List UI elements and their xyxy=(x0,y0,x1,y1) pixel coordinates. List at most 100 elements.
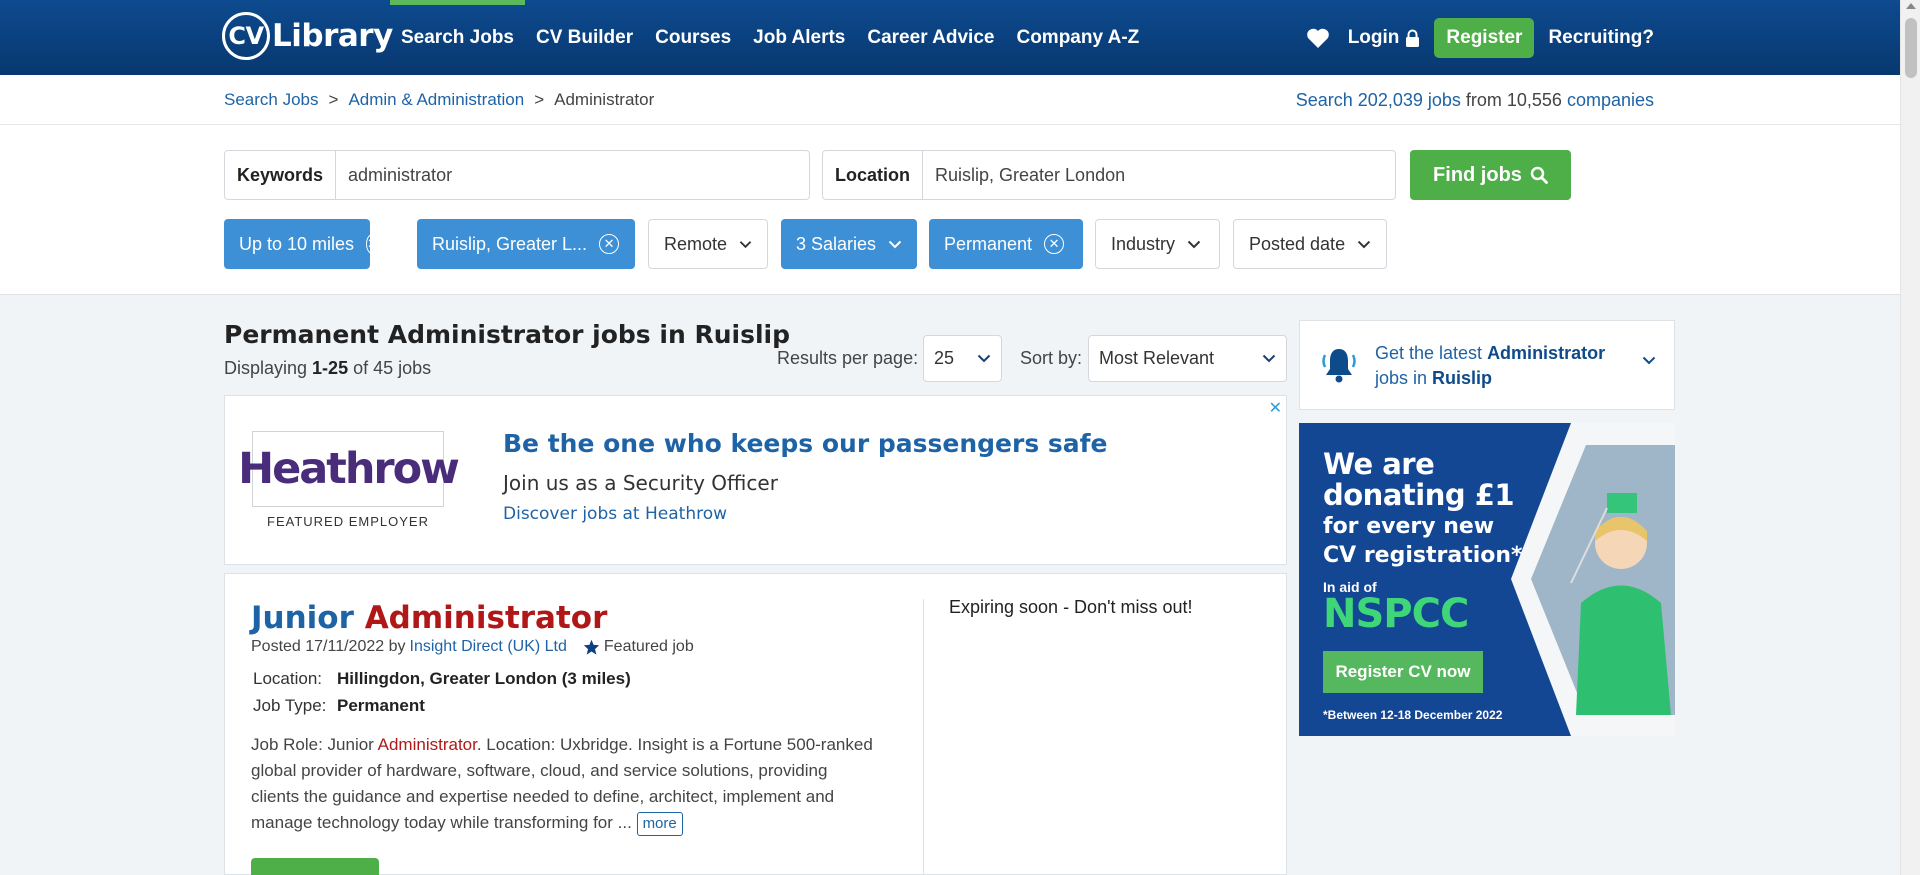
job-count-summary: Search 202,039 jobs from 10,556 companie… xyxy=(1296,90,1654,111)
filter-posted-date[interactable]: Posted date xyxy=(1233,219,1387,269)
nspcc-logo: NSPCC xyxy=(1323,591,1469,637)
search-icon xyxy=(1530,166,1548,184)
nav-company-a-z[interactable]: Company A-Z xyxy=(1005,0,1150,75)
nav-cv-builder[interactable]: CV Builder xyxy=(525,0,644,75)
location-key: Location: xyxy=(253,669,322,688)
results-per-page-select[interactable]: 25 xyxy=(923,335,1002,382)
breadcrumb-separator: > xyxy=(534,90,545,109)
featured-employer-banner[interactable]: Heathrow FEATURED EMPLOYER Be the one wh… xyxy=(224,395,1287,565)
featured-subline: Join us as a Security Officer xyxy=(503,471,778,495)
filter-job-type[interactable]: Permanent ✕ xyxy=(929,219,1083,269)
desc-text: Job Role: Junior xyxy=(251,735,378,754)
filter-label: 3 Salaries xyxy=(796,233,877,254)
search-prefix-link[interactable]: Search xyxy=(1296,90,1358,110)
remove-filter-icon[interactable]: ✕ xyxy=(366,234,379,254)
find-jobs-label: Find jobs xyxy=(1433,163,1522,186)
location-field[interactable]: Location Ruislip, Greater London xyxy=(822,150,1396,200)
apply-button[interactable] xyxy=(251,858,379,875)
filter-label: Ruislip, Greater L... xyxy=(432,233,588,254)
main-nav: Search Jobs CV Builder Courses Job Alert… xyxy=(390,0,1150,75)
child-photo xyxy=(1511,423,1675,736)
ad-subline: for every new CV registration* xyxy=(1323,514,1523,568)
posted-date: Posted 17/11/2022 by xyxy=(251,638,406,655)
job-title-highlight: Administrator xyxy=(364,600,608,636)
scroll-thumb[interactable] xyxy=(1905,18,1917,78)
filter-salaries[interactable]: 3 Salaries xyxy=(781,219,917,269)
search-panel: Keywords administrator Location Ruislip,… xyxy=(0,125,1900,295)
filter-location[interactable]: Ruislip, Greater L... ✕ xyxy=(417,219,635,269)
remove-filter-icon[interactable]: ✕ xyxy=(599,234,620,254)
results-per-page-label: Results per page: xyxy=(777,348,919,368)
results-count-prefix: Displaying xyxy=(224,358,313,378)
cv-library-logo[interactable]: CV Library xyxy=(222,11,393,61)
star-icon xyxy=(583,639,600,655)
results-title: Permanent Administrator jobs in Ruislip xyxy=(224,320,790,349)
alert-place: Ruislip xyxy=(1432,368,1493,388)
alert-text-prefix: Get the latest xyxy=(1375,343,1488,363)
filter-label: Posted date xyxy=(1249,233,1346,254)
nav-courses[interactable]: Courses xyxy=(644,0,742,75)
keywords-input[interactable]: administrator xyxy=(336,165,464,186)
chevron-down-icon xyxy=(1262,354,1276,363)
company-link[interactable]: Insight Direct (UK) Ltd xyxy=(410,638,567,656)
recruiting-link[interactable]: Recruiting? xyxy=(1548,27,1654,49)
expiring-notice: Expiring soon - Don't miss out! xyxy=(949,597,1193,617)
chevron-down-icon xyxy=(888,240,902,248)
login-label: Login xyxy=(1347,26,1400,48)
account-nav: Login Register Recruiting? xyxy=(1306,0,1654,75)
desc-highlight: Administrator xyxy=(377,735,477,754)
chevron-down-icon xyxy=(1187,240,1201,248)
breadcrumb-search-jobs[interactable]: Search Jobs xyxy=(224,90,319,110)
sort-by-select[interactable]: Most Relevant xyxy=(1088,335,1287,382)
filter-remote[interactable]: Remote xyxy=(648,219,768,269)
lock-icon xyxy=(1406,29,1420,47)
chevron-down-icon xyxy=(977,354,991,363)
job-count-link[interactable]: 202,039 jobs xyxy=(1358,90,1461,110)
register-cv-button[interactable]: Register CV now xyxy=(1323,651,1483,693)
page-scrollbar[interactable] xyxy=(1900,0,1920,875)
job-title-link[interactable]: Junior Administrator xyxy=(251,600,607,636)
heathrow-logo[interactable]: Heathrow xyxy=(238,431,460,507)
filter-industry[interactable]: Industry xyxy=(1095,219,1220,269)
featured-headline[interactable]: Be the one who keeps our passengers safe xyxy=(503,429,1108,458)
find-jobs-button[interactable]: Find jobs xyxy=(1410,150,1571,200)
job-posted-info: Posted 17/11/2022 by Insight Direct (UK)… xyxy=(251,638,694,656)
login-link[interactable]: Login xyxy=(1348,27,1421,49)
job-location: Location: Hillingdon, Greater London (3 m… xyxy=(253,669,631,689)
featured-employer-tag: FEATURED EMPLOYER xyxy=(267,514,429,529)
featured-job-label: Featured job xyxy=(603,638,694,655)
job-alert-text[interactable]: Get the latest Administrator jobs in Rui… xyxy=(1375,341,1625,391)
location-input[interactable]: Ruislip, Greater London xyxy=(923,165,1137,186)
keywords-field[interactable]: Keywords administrator xyxy=(224,150,810,200)
companies-link[interactable]: companies xyxy=(1567,90,1654,110)
filter-label: Remote xyxy=(664,233,728,254)
featured-jobs-link[interactable]: Discover jobs at Heathrow xyxy=(503,504,727,524)
job-alert-box[interactable]: Get the latest Administrator jobs in Rui… xyxy=(1299,320,1675,410)
close-icon[interactable]: ✕ xyxy=(1269,398,1282,418)
job-type-value: Permanent xyxy=(337,696,425,715)
nav-search-jobs[interactable]: Search Jobs xyxy=(390,0,525,75)
remove-filter-icon[interactable]: ✕ xyxy=(1044,234,1065,254)
ad-headline: We are donating £1 xyxy=(1323,447,1515,512)
job-type: Job Type: Permanent xyxy=(253,696,425,716)
register-button[interactable]: Register xyxy=(1434,17,1535,58)
featured-job-badge: Featured job xyxy=(583,638,694,656)
breadcrumb: Search Jobs > Admin & Administration > A… xyxy=(224,90,654,110)
more-button[interactable]: more xyxy=(636,812,683,836)
scroll-up-arrow[interactable] xyxy=(1906,3,1916,9)
breadcrumb-separator: > xyxy=(328,90,339,109)
chevron-down-icon[interactable] xyxy=(1642,356,1656,365)
filter-label: Industry xyxy=(1111,233,1176,254)
chevron-down-icon xyxy=(1357,240,1371,248)
results-count: Displaying 1-25 of 45 jobs xyxy=(224,358,431,379)
nspcc-ad-banner[interactable]: We are donating £1 for every new CV regi… xyxy=(1299,423,1675,736)
results-range: 1-25 xyxy=(312,358,349,378)
breadcrumb-admin[interactable]: Admin & Administration xyxy=(348,90,524,110)
filter-distance[interactable]: Up to 10 miles ✕ xyxy=(224,219,379,269)
logo-text: Library xyxy=(272,18,393,54)
job-result-card: Junior Administrator Posted 17/11/2022 b… xyxy=(224,573,1287,875)
nav-job-alerts[interactable]: Job Alerts xyxy=(742,0,856,75)
nav-career-advice[interactable]: Career Advice xyxy=(856,0,1005,75)
filter-label: Up to 10 miles xyxy=(239,233,355,254)
heart-icon[interactable] xyxy=(1306,27,1330,49)
